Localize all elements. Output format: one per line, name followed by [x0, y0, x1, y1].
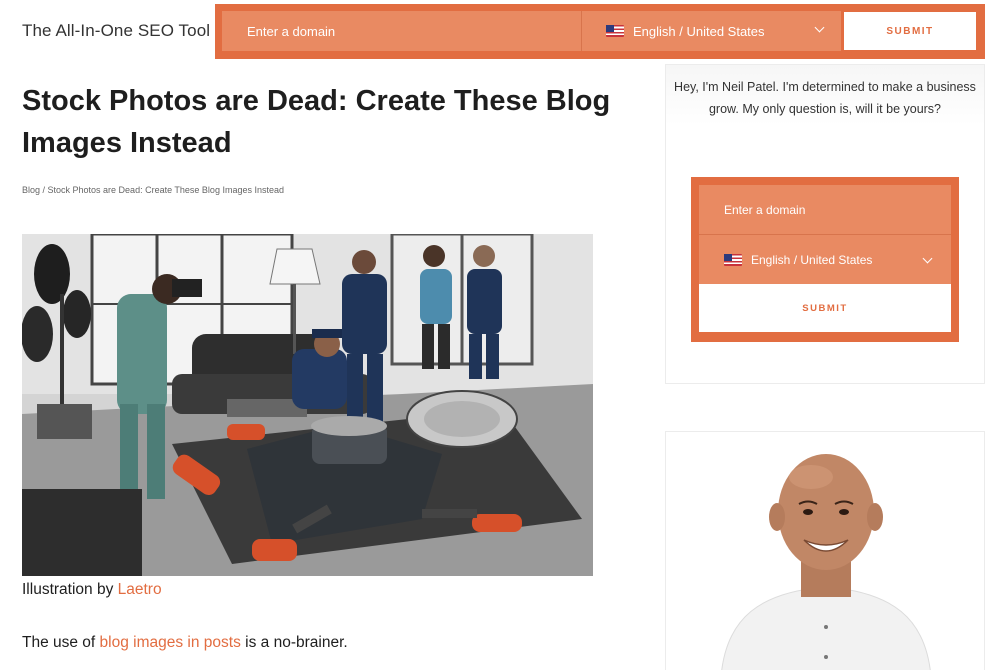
intro-paragraph: The use of blog images in posts is a no-…	[22, 634, 348, 652]
header-submit-button[interactable]: SUBMIT	[844, 12, 976, 50]
article-title: Stock Photos are Dead: Create These Blog…	[22, 85, 611, 159]
header-domain-input[interactable]	[222, 11, 581, 51]
sidebar-language-label: English / United States	[751, 252, 873, 267]
sidebar-domain-form: English / United States SUBMIT	[691, 177, 959, 342]
intro-link[interactable]: blog images in posts	[100, 634, 241, 651]
sidebar-language-select[interactable]: English / United States	[699, 234, 951, 284]
us-flag-icon	[724, 253, 742, 266]
header-language-select[interactable]: English / United States	[581, 11, 841, 51]
top-bar: The All-In-One SEO Tool English / United…	[0, 0, 1000, 66]
sidebar-submit-button[interactable]: SUBMIT	[699, 284, 951, 332]
brand-tagline[interactable]: The All-In-One SEO Tool	[22, 21, 210, 41]
breadcrumb[interactable]: Blog / Stock Photos are Dead: Create The…	[22, 185, 284, 195]
sidebar-intro: Hey, I'm Neil Patel. I'm determined to m…	[674, 80, 976, 116]
sidebar-signup-card: Hey, I'm Neil Patel. I'm determined to m…	[665, 64, 985, 384]
caption-link[interactable]: Laetro	[118, 581, 162, 598]
hero-illustration	[22, 234, 593, 576]
chevron-down-icon	[922, 253, 933, 264]
caption-text: Illustration by	[22, 581, 118, 598]
header-language-label: English / United States	[633, 23, 765, 39]
intro-text-end: is a no-brainer.	[240, 634, 348, 651]
image-caption: Illustration by Laetro	[22, 581, 162, 599]
header-domain-form: English / United States SUBMIT	[215, 4, 985, 59]
intro-text-start: The use of	[22, 634, 100, 651]
us-flag-icon	[606, 25, 624, 37]
chevron-down-icon	[814, 22, 825, 33]
author-photo-card	[665, 431, 985, 670]
sidebar-domain-input[interactable]	[699, 185, 951, 234]
author-photo	[666, 432, 984, 670]
